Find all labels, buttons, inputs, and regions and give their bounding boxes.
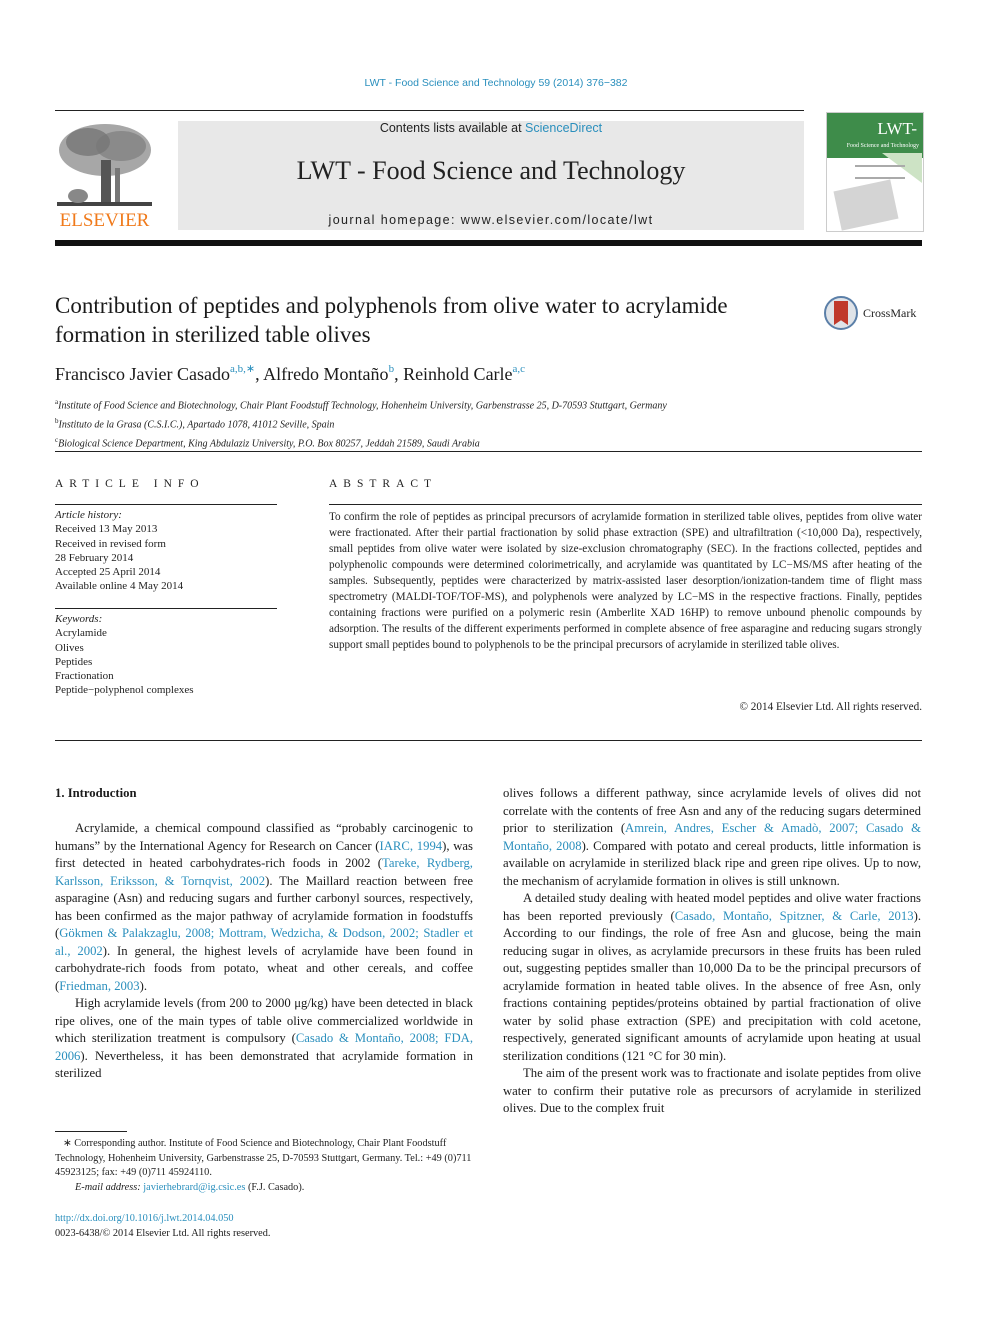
article-title: Contribution of peptides and polyphenols… [55,293,728,347]
header-thick-rule [55,240,922,246]
email-link[interactable]: javierhebrard@ig.csic.es [143,1182,245,1193]
author-name[interactable]: Alfredo Montaño [263,364,388,384]
keywords-label: Keywords: [55,613,103,625]
header-divider [55,110,804,111]
paragraph: Acrylamide, a chemical compound classifi… [55,820,473,995]
affiliation-text: Instituto de la Grasa (C.S.I.C.), Aparta… [58,419,335,431]
article-history: Article history: Received 13 May 2013 Re… [55,508,183,594]
history-item: Accepted 25 April 2014 [55,566,161,579]
contents-prefix: Contents lists available at [379,121,526,135]
keyword: Olives [55,641,84,654]
abstract-copyright: © 2014 Elsevier Ltd. All rights reserved… [739,701,923,713]
history-item: Received in revised form [55,537,166,550]
keyword: Acrylamide [55,627,107,640]
paragraph: The aim of the present work was to fract… [503,1065,921,1118]
affiliations-divider [55,451,922,452]
abstract-bottom-divider [55,740,922,741]
cover-photo [833,179,899,231]
history-label: Article history: [55,509,122,521]
author-affiliation-marks[interactable]: b [389,363,395,375]
citation-link[interactable]: IARC, 1994 [380,839,443,853]
paragraph-text: The aim of the present work was to fract… [503,1066,921,1115]
history-item: Available online 4 May 2014 [55,580,184,593]
paragraph: olives follows a different pathway, sinc… [503,785,921,890]
contents-available: Contents lists available at ScienceDirec… [178,121,804,135]
paragraph-text: ). [139,978,147,993]
email-suffix: (F.J. Casado). [245,1181,305,1193]
author-affiliation-marks[interactable]: a,c [513,363,526,375]
author-affiliation-marks[interactable]: a,b,∗ [230,363,255,375]
email-line: E-mail address: javierhebrard@ig.csic.es… [55,1181,473,1196]
history-item: Received 13 May 2013 [55,523,158,536]
affiliation: bInstituto de la Grasa (C.S.I.C.), Apart… [55,414,667,433]
issn-copyright: 0023-6438/© 2014 Elsevier Ltd. All right… [55,1228,271,1239]
elsevier-logo[interactable]: ELSEVIER [53,120,156,232]
footnote-divider [55,1131,127,1132]
cover-title: LWT- [877,119,917,138]
article-info-divider [55,504,277,505]
affiliation: aInstitute of Food Science and Biotechno… [55,395,667,414]
keyword: Fractionation [55,670,114,683]
crossmark-button[interactable]: CrossMark [824,296,924,334]
cover-subtitle: Food Science and Technology [846,143,919,149]
journal-title: LWT - Food Science and Technology [296,156,686,185]
doi-block: http://dx.doi.org/10.1016/j.lwt.2014.04.… [55,1211,270,1241]
crossmark-label: CrossMark [863,306,917,320]
paragraph: A detailed study dealing with heated mod… [503,890,921,1065]
abstract-text: To confirm the role of peptides as princ… [329,511,922,651]
footnote: ∗ Corresponding author. Institute of Foo… [55,1137,473,1195]
author-name[interactable]: Reinhold Carle [403,364,512,384]
section-heading-introduction: 1. Introduction [55,786,137,800]
article-info-heading: ARTICLE INFO [55,478,205,490]
elsevier-wordmark: ELSEVIER [59,210,150,231]
citation-link[interactable]: Friedman, 2003 [59,979,139,993]
affiliation-text: Biological Science Department, King Abdu… [58,437,480,449]
corresponding-author-note: ∗ Corresponding author. Institute of Foo… [55,1138,472,1178]
body-left-column: Acrylamide, a chemical compound classifi… [55,820,473,1083]
journal-cover-image[interactable]: LWT- Food Science and Technology [826,112,924,232]
cover-header: LWT- Food Science and Technology [827,113,923,158]
email-label: E-mail address: [75,1181,144,1193]
abstract-divider [329,504,922,505]
journal-citation-link[interactable]: LWT - Food Science and Technology 59 (20… [0,77,992,89]
affiliation-text: Institute of Food Science and Biotechnol… [58,400,667,412]
keyword: Peptides [55,655,93,668]
journal-homepage[interactable]: journal homepage: www.elsevier.com/locat… [178,213,804,227]
history-item: 28 February 2014 [55,551,134,564]
paragraph: High acrylamide levels (from 200 to 2000… [55,995,473,1083]
author-name[interactable]: Francisco Javier Casado [55,364,230,384]
paragraph-text: ). According to our findings, the role o… [503,908,921,1063]
body-right-column: olives follows a different pathway, sinc… [503,785,921,1118]
affiliation: cBiological Science Department, King Abd… [55,433,667,452]
doi-link[interactable]: http://dx.doi.org/10.1016/j.lwt.2014.04.… [55,1211,270,1226]
keywords-divider [55,608,277,609]
elsevier-tree-icon [57,124,152,206]
abstract-heading: ABSTRACT [329,478,438,490]
keywords: Keywords: Acrylamide Olives Peptides Fra… [55,612,193,698]
author-list: Francisco Javier Casadoa,b,∗, Alfredo Mo… [55,363,526,384]
citation-link[interactable]: Casado, Montaño, Spitzner, & Carle, 2013 [675,909,914,923]
paragraph-text: ). Nevertheless, it has been demonstrate… [55,1048,473,1081]
keyword: Peptide−polyphenol complexes [55,684,194,697]
cover-text-lines [855,165,905,179]
sciencedirect-link[interactable]: ScienceDirect [525,121,602,135]
affiliations: aInstitute of Food Science and Biotechno… [55,395,667,451]
